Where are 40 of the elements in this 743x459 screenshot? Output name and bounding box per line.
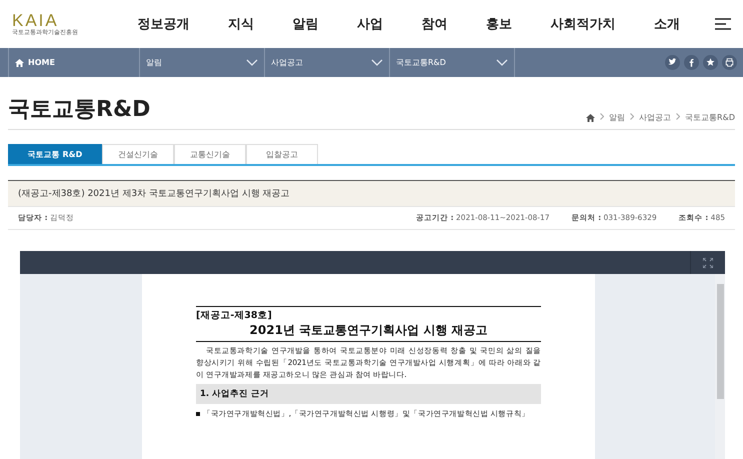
chevron-right-icon	[676, 113, 680, 122]
menu-item[interactable]: 참여	[421, 15, 448, 33]
tab[interactable]: 교통신기술	[174, 144, 246, 164]
chevron-down-icon	[246, 59, 258, 66]
location-dropdown[interactable]: 알림	[139, 48, 264, 77]
facebook-icon[interactable]	[684, 55, 699, 70]
menu-item[interactable]: 알림	[292, 15, 318, 33]
logo-text: KAIA	[12, 12, 59, 28]
home-icon[interactable]	[586, 114, 596, 122]
bullet-icon	[196, 412, 200, 416]
chevron-right-icon	[630, 113, 634, 122]
bird-icon[interactable]	[665, 55, 680, 70]
location-dropdown[interactable]: 사업공고	[264, 48, 389, 77]
menu-icon[interactable]	[715, 18, 731, 30]
notice-title: (재공고-제38호) 2021년 제3차 국토교통연구기획사업 시행 재공고	[8, 180, 735, 206]
tab[interactable]: 국토교통 R&D	[8, 144, 102, 164]
location-dropdown[interactable]: 국토교통R&D	[389, 48, 514, 77]
section-heading: 1. 사업추진 근거	[196, 384, 541, 404]
home-link[interactable]: HOME	[8, 48, 139, 77]
chevron-right-icon	[600, 113, 604, 122]
breadcrumb-link[interactable]: 알림	[609, 112, 626, 123]
breadcrumb-link[interactable]: 사업공고	[639, 112, 672, 123]
menu-item[interactable]: 지식	[228, 15, 254, 33]
home-icon	[15, 58, 24, 66]
scrollbar[interactable]	[715, 274, 725, 459]
document-number: [재공고-제38호]	[196, 306, 541, 322]
page-title: 국토교통R&D	[8, 97, 150, 123]
menu-item[interactable]: 홍보	[486, 15, 512, 33]
print-icon[interactable]	[722, 55, 737, 70]
tab[interactable]: 입찰공고	[246, 144, 318, 164]
tab[interactable]: 건설신기술	[102, 144, 174, 164]
breadcrumb-link[interactable]: 국토교통R&D	[685, 112, 735, 123]
chevron-down-icon	[496, 59, 508, 66]
menu-item[interactable]: 정보공개	[137, 15, 190, 33]
document-heading: 2021년 국토교통연구기획사업 시행 재공고	[196, 322, 541, 342]
fullscreen-icon[interactable]	[703, 258, 713, 268]
menu-item[interactable]: 소개	[654, 15, 680, 33]
menu-item[interactable]: 사회적가치	[550, 15, 616, 33]
menu-item[interactable]: 사업	[356, 15, 383, 33]
chevron-down-icon	[371, 59, 383, 66]
